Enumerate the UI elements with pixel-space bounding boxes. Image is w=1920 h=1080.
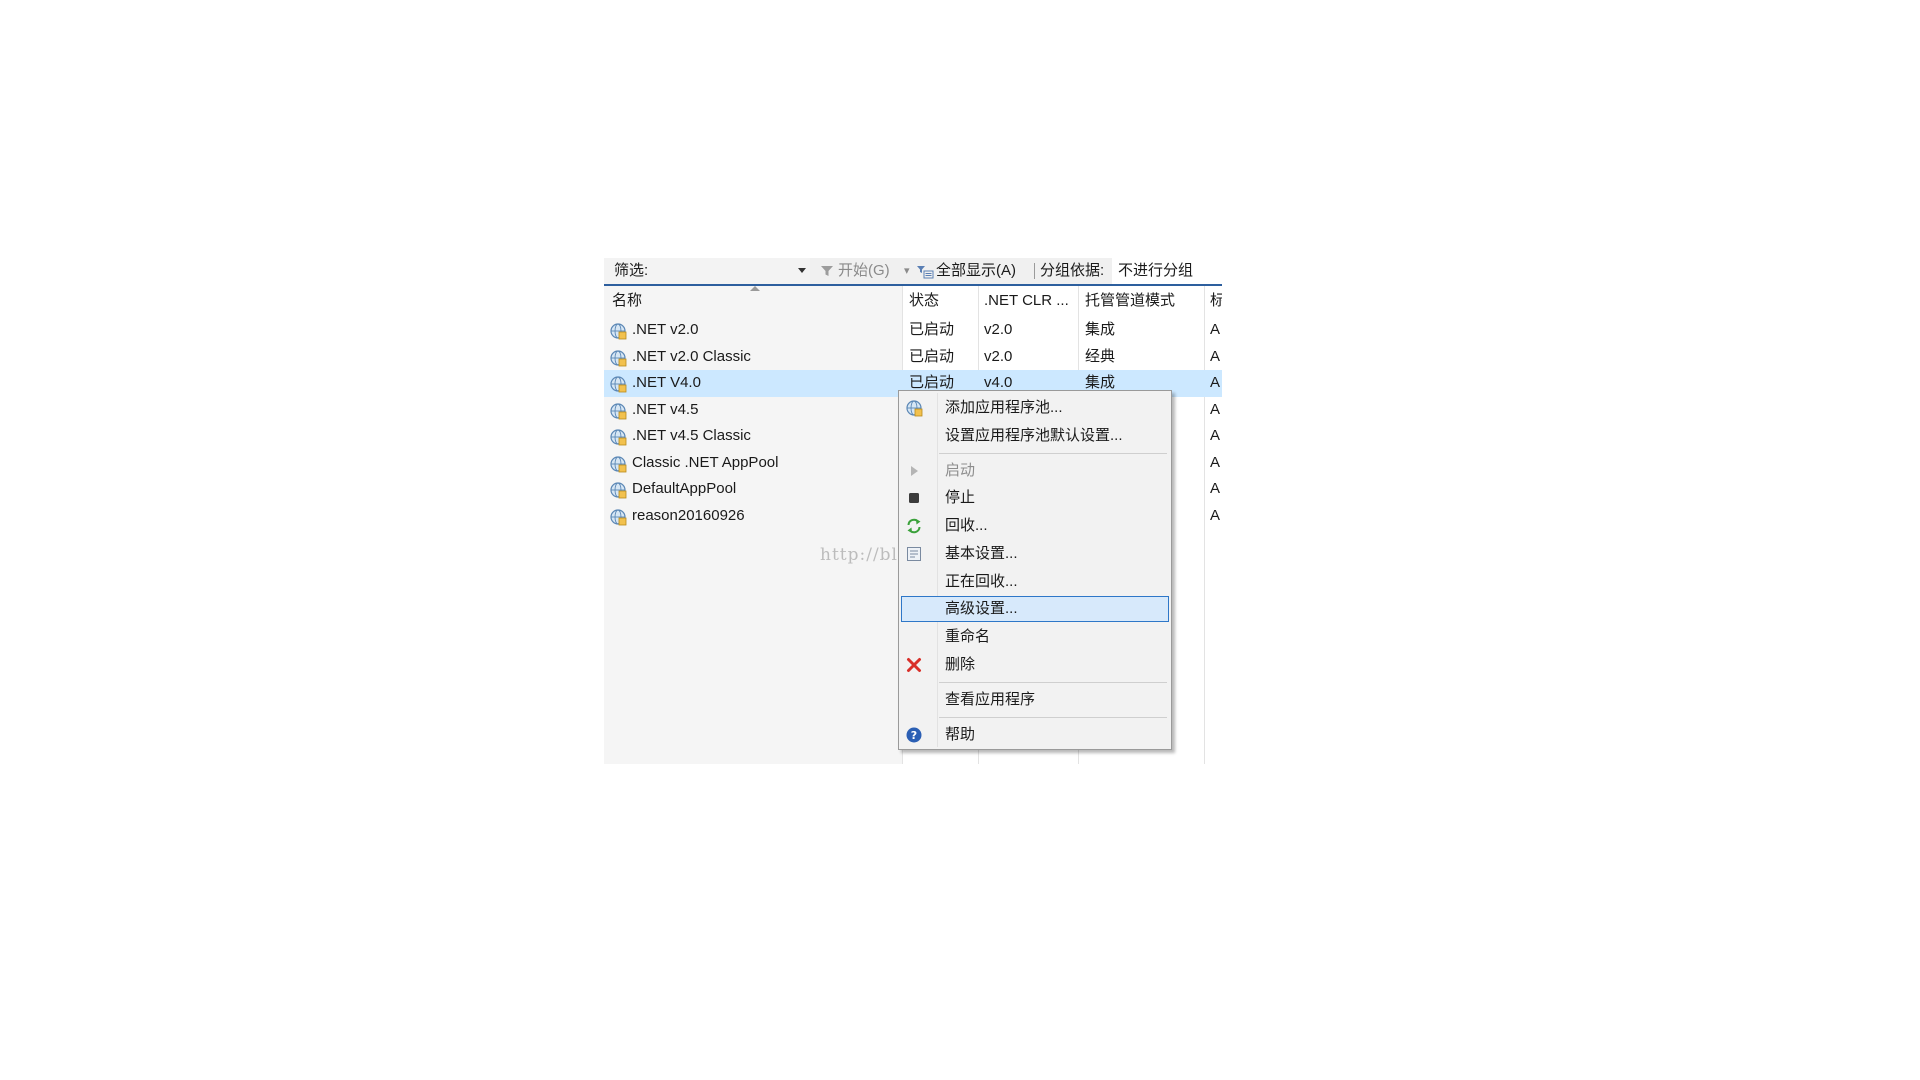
filter-combobox[interactable]: 筛选: — [604, 258, 810, 284]
start-filter-button[interactable]: 开始(G) ▾ — [818, 258, 918, 284]
pool-name-cell: .NET V4.0 — [632, 374, 701, 391]
column-header-pipeline-mode[interactable]: 托管管道模式 — [1085, 286, 1201, 316]
show-all-label: 全部显示(A) — [936, 262, 1016, 279]
start-filter-label: 开始(G) — [838, 262, 890, 279]
pool-identity-cell: A — [1210, 347, 1221, 365]
menu-item-label: 重命名 — [945, 628, 991, 645]
menu-item-label: 添加应用程序池... — [945, 399, 1063, 416]
pool-identity-cell: A — [1210, 506, 1221, 524]
app-pool-icon — [610, 482, 627, 499]
play-icon — [911, 466, 918, 476]
pool-name-cell: .NET v2.0 Classic — [632, 347, 751, 365]
app-pool-icon — [610, 508, 627, 525]
pool-name-cell: reason20160926 — [632, 506, 745, 524]
pool-identity-cell: A — [1210, 374, 1221, 391]
start-dropdown-icon[interactable]: ▾ — [904, 258, 910, 284]
column-header-status[interactable]: 状态 — [909, 286, 975, 316]
app-pool-icon — [610, 376, 627, 393]
pool-name-cell: .NET v4.5 — [632, 400, 699, 418]
pool-name-cell: DefaultAppPool — [632, 480, 737, 497]
pool-status-cell: 已启动 — [909, 347, 955, 365]
menu-item-add-app-pool[interactable]: 添加应用程序池... — [901, 395, 1169, 421]
pool-mode-cell: 经典 — [1085, 347, 1116, 365]
menu-item-label: 回收... — [945, 517, 988, 534]
menu-item-label: 删除 — [945, 656, 976, 673]
app-pool-icon — [610, 349, 627, 366]
sort-ascending-icon — [750, 286, 760, 291]
menu-separator — [939, 682, 1167, 683]
pool-identity-cell: A — [1210, 427, 1221, 444]
filter-toolbar: 筛选: 开始(G) ▾ 全部显示(A) 分组依据: 不进行分组 — [604, 258, 1222, 284]
menu-item-label: 基本设置... — [945, 545, 1018, 562]
pool-name-cell: .NET v2.0 — [632, 321, 699, 338]
app-pool-icon — [906, 400, 923, 417]
show-all-icon — [917, 266, 934, 279]
menu-item-label: 停止 — [945, 489, 976, 506]
funnel-icon — [821, 266, 833, 276]
pool-name-cell: .NET v4.5 Classic — [632, 427, 751, 444]
app-pool-icon — [610, 455, 627, 472]
menu-item-label: 高级设置... — [945, 600, 1018, 617]
menu-item-help[interactable]: ? 帮助 — [901, 722, 1169, 748]
menu-item-advanced-settings[interactable]: 高级设置... — [901, 596, 1169, 622]
context-menu: 添加应用程序池... 设置应用程序池默认设置... 启动 停止 回收... 基本… — [898, 390, 1172, 750]
menu-item-label: 启动 — [945, 462, 976, 479]
filter-dropdown-arrow-icon[interactable] — [798, 268, 806, 273]
menu-item-delete[interactable]: 删除 — [901, 652, 1169, 678]
pool-mode-cell: 集成 — [1085, 321, 1116, 338]
group-by-label: 分组依据: — [1040, 262, 1105, 279]
settings-page-icon — [907, 547, 921, 561]
menu-item-recycle[interactable]: 回收... — [901, 513, 1169, 539]
pool-identity-cell: A — [1210, 321, 1221, 338]
pool-identity-cell: A — [1210, 480, 1221, 497]
menu-item-label: 查看应用程序 — [945, 691, 1036, 708]
pool-status-cell: 已启动 — [909, 321, 955, 338]
menu-item-label: 设置应用程序池默认设置... — [945, 427, 1123, 444]
help-icon: ? — [906, 727, 922, 743]
menu-item-set-defaults[interactable]: 设置应用程序池默认设置... — [901, 423, 1169, 449]
delete-icon — [907, 658, 921, 672]
menu-item-view-applications[interactable]: 查看应用程序 — [901, 687, 1169, 713]
app-pool-icon — [610, 429, 627, 446]
table-row[interactable]: .NET v2.0 已启动 v2.0 集成 A — [604, 317, 1222, 344]
list-header: 名称 状态 .NET CLR ... 托管管道模式 标 — [604, 286, 1222, 316]
recycle-icon — [907, 518, 921, 534]
app-pool-icon — [610, 323, 627, 340]
svg-text:?: ? — [911, 729, 917, 742]
filter-label: 筛选: — [614, 262, 649, 279]
column-header-identity[interactable]: 标 — [1210, 286, 1222, 316]
menu-item-label: 帮助 — [945, 726, 976, 743]
menu-item-label: 正在回收... — [945, 573, 1018, 590]
menu-item-rename[interactable]: 重命名 — [901, 624, 1169, 650]
pool-identity-cell: A — [1210, 400, 1221, 418]
menu-separator — [939, 717, 1167, 718]
group-by-combobox[interactable]: 不进行分组 — [1112, 258, 1222, 284]
menu-separator — [939, 453, 1167, 454]
pool-clr-cell: v2.0 — [984, 347, 1013, 365]
group-by-value: 不进行分组 — [1118, 262, 1194, 279]
menu-item-stop[interactable]: 停止 — [901, 485, 1169, 511]
pool-identity-cell: A — [1210, 453, 1221, 471]
column-header-clr[interactable]: .NET CLR ... — [984, 286, 1076, 316]
table-row[interactable]: .NET v2.0 Classic 已启动 v2.0 经典 A — [604, 344, 1222, 371]
menu-item-basic-settings[interactable]: 基本设置... — [901, 541, 1169, 567]
show-all-button[interactable]: 全部显示(A) — [914, 258, 1032, 284]
pool-name-cell: Classic .NET AppPool — [632, 453, 779, 471]
app-pool-icon — [610, 402, 627, 419]
menu-item-start[interactable]: 启动 — [901, 458, 1169, 484]
stop-icon — [909, 493, 919, 503]
pool-clr-cell: v2.0 — [984, 321, 1013, 338]
toolbar-separator — [1034, 263, 1035, 279]
menu-item-recycling[interactable]: 正在回收... — [901, 569, 1169, 595]
